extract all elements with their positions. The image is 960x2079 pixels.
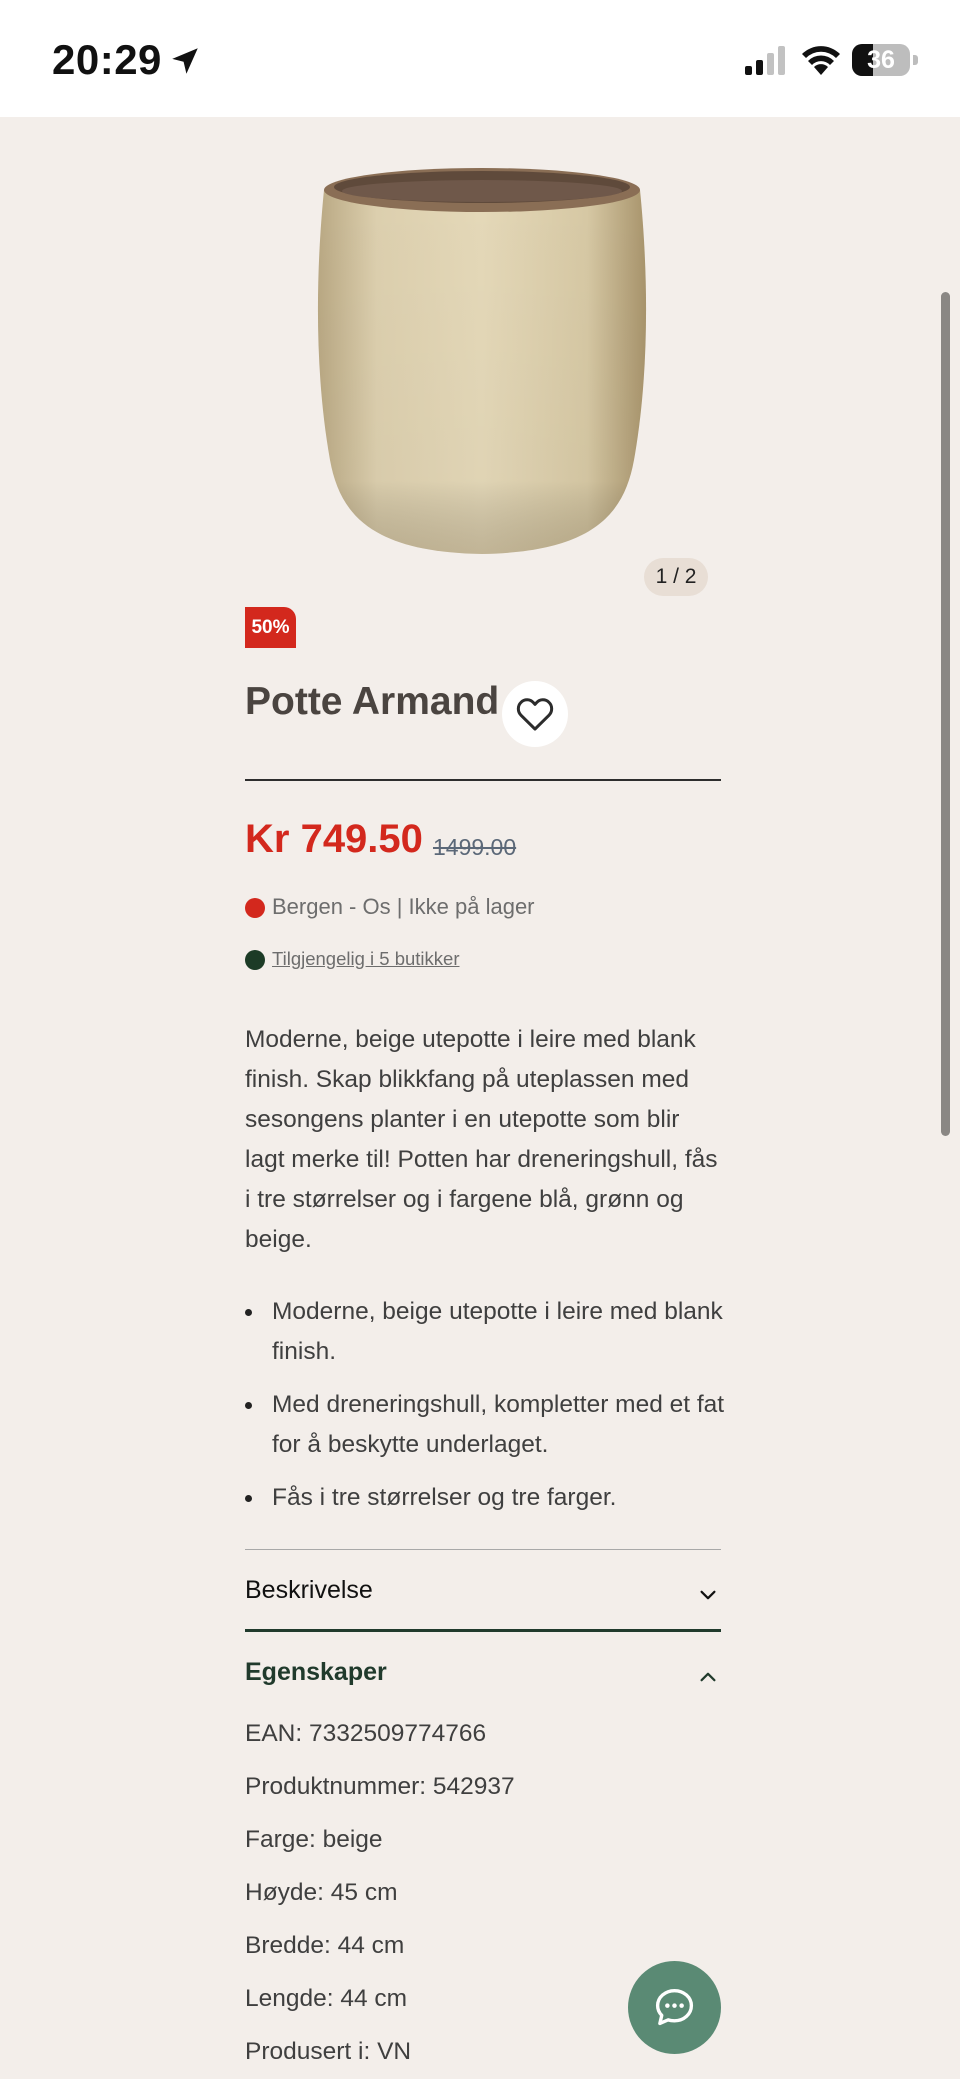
property-product-number: Produktnummer: 542937 <box>245 1773 515 1800</box>
title-divider <box>245 779 721 781</box>
feature-item: Med dreneringshull, kompletter med et fa… <box>245 1385 725 1465</box>
chat-bubble-icon <box>655 1988 694 2026</box>
in-stock-dot-icon <box>245 950 265 970</box>
image-counter: 1 / 2 <box>644 558 708 596</box>
availability-link[interactable]: Tilgjengelig i 5 butikker <box>272 948 460 970</box>
chat-button[interactable] <box>628 1961 721 2054</box>
property-length: Lengde: 44 cm <box>245 1985 408 2012</box>
property-ean: EAN: 7332509774766 <box>245 1720 487 1747</box>
property-width: Bredde: 44 cm <box>245 1932 405 1959</box>
status-bar: 20:29 36 <box>0 0 960 117</box>
location-arrow-icon <box>172 48 198 74</box>
product-description: Moderne, beige utepotte i leire med blan… <box>245 1026 718 1253</box>
chevron-down-icon <box>700 1590 716 1600</box>
feature-item: Moderne, beige utepotte i leire med blan… <box>245 1292 725 1372</box>
battery-tip <box>913 55 918 65</box>
accordion-description[interactable]: Beskrivelse <box>245 1576 721 1616</box>
accordion-divider <box>245 1549 721 1550</box>
heart-icon <box>516 698 554 731</box>
battery-level: 36 <box>867 46 895 74</box>
store-stock-text: Bergen - Os | Ikke på lager <box>272 894 535 919</box>
wifi-icon <box>802 46 840 75</box>
chevron-up-icon <box>700 1672 716 1682</box>
current-price: Kr 749.50 <box>245 817 423 861</box>
property-height: Høyde: 45 cm <box>245 1879 398 1906</box>
out-of-stock-dot-icon <box>245 898 265 918</box>
status-time: 20:29 <box>52 36 162 83</box>
property-made-in: Produsert i: VN <box>245 2038 412 2065</box>
accordion-properties[interactable]: Egenskaper <box>245 1658 721 1698</box>
accordion-description-label: Beskrivelse <box>245 1576 373 1604</box>
feature-list: Moderne, beige utepotte i leire med blan… <box>245 1292 725 1531</box>
discount-badge: 50% <box>245 607 296 648</box>
accordion-properties-label: Egenskaper <box>245 1658 387 1686</box>
accordion-active-divider <box>245 1629 721 1632</box>
old-price: 1499.00 <box>433 834 517 860</box>
signal-icon <box>745 46 785 75</box>
property-color: Farge: beige <box>245 1826 383 1853</box>
scrollbar[interactable] <box>941 292 950 1136</box>
battery-icon: 36 <box>852 44 918 76</box>
product-image[interactable] <box>312 160 652 558</box>
feature-item: Fås i tre størrelser og tre farger. <box>245 1478 725 1518</box>
favorite-button[interactable] <box>502 681 568 747</box>
product-title: Potte Armand <box>245 680 500 723</box>
battery-body: 36 <box>852 44 910 76</box>
